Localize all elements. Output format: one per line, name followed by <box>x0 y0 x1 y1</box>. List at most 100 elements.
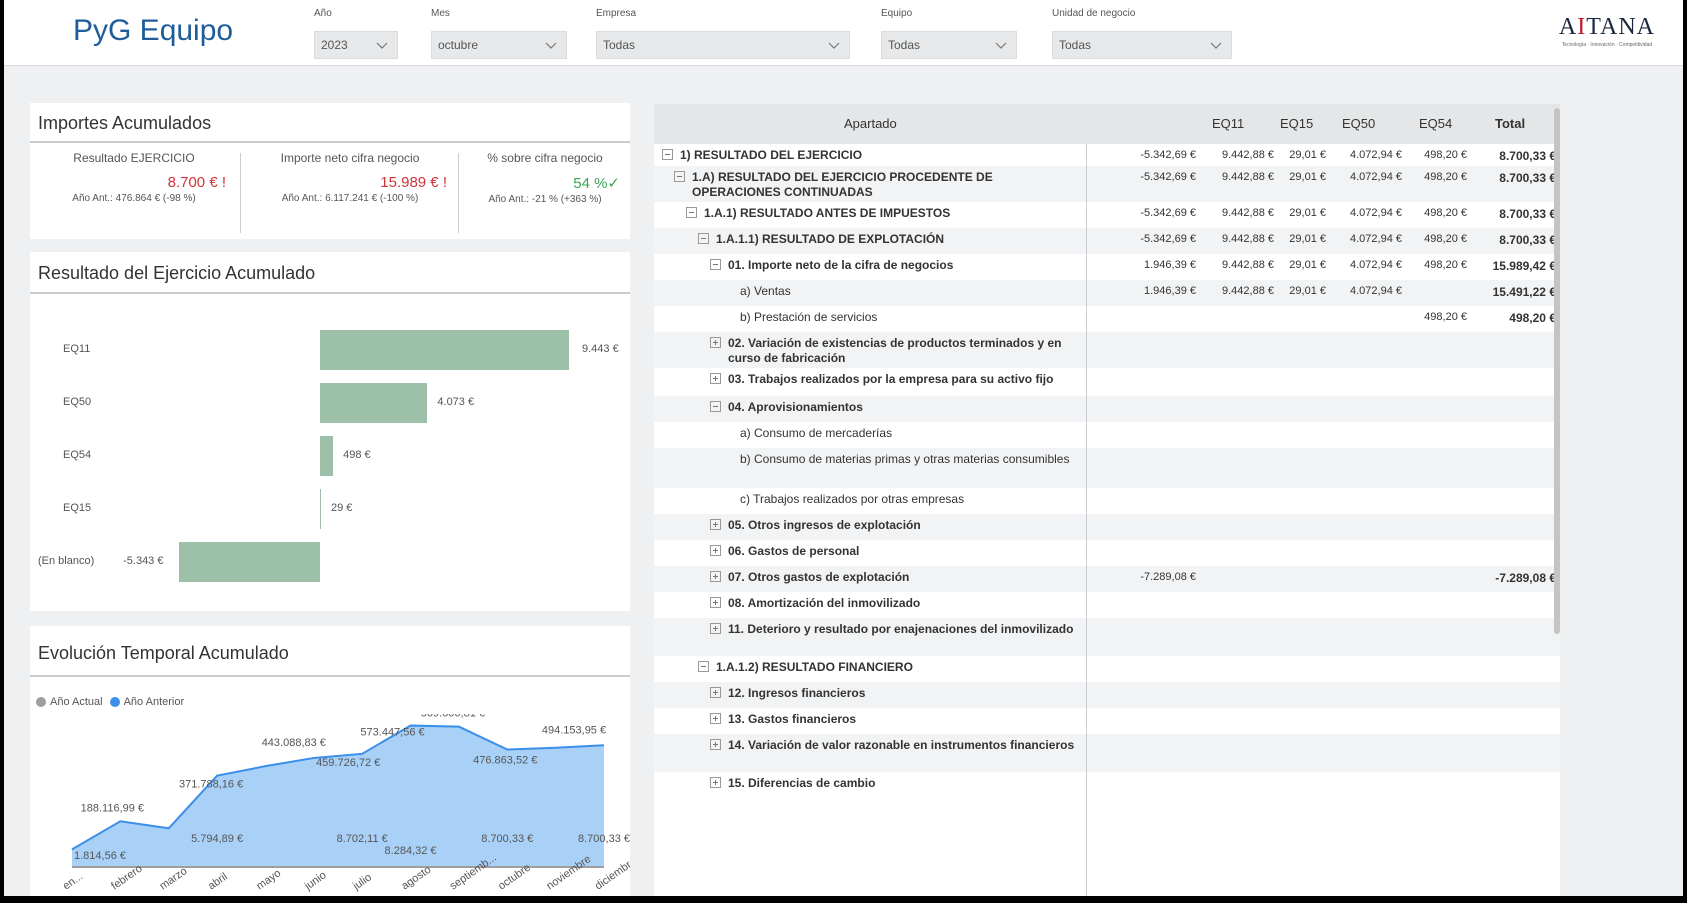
table-row[interactable]: b) Prestación de servicios 498,20 € 498,20… <box>654 306 1560 332</box>
collapse-icon[interactable] <box>686 207 697 218</box>
table-row[interactable]: b) Consumo de materias primas y otras ma… <box>654 448 1560 488</box>
cell-value: 8.700,33 € <box>1499 149 1556 163</box>
bar[interactable] <box>320 436 334 476</box>
collapse-icon[interactable] <box>710 401 721 412</box>
filter-business-unit[interactable]: Unidad de negocio Todas <box>1052 7 1232 59</box>
data-label-current-year: 5.794,89 € <box>191 833 243 845</box>
table-row[interactable]: 03. Trabajos realizados por la empresa p… <box>654 368 1560 396</box>
filter-month[interactable]: Mes octubre <box>431 7 567 59</box>
cell-value: 29,01 € <box>1289 207 1326 219</box>
kpi-label: Importe neto cifra negocio <box>280 151 420 165</box>
filter-team-label: Equipo <box>881 8 913 19</box>
row-label: 03. Trabajos realizados por la empresa p… <box>728 372 1054 386</box>
bar-category-label: EQ50 <box>63 396 92 408</box>
expand-icon[interactable] <box>710 597 721 608</box>
bar-data-label: 498 € <box>343 449 371 461</box>
kpi-value: 54 %✓ <box>573 175 620 192</box>
column-header-total[interactable]: Total <box>1495 116 1525 131</box>
filter-company-dropdown[interactable]: Todas <box>596 31 850 59</box>
collapse-icon[interactable] <box>674 171 685 182</box>
table-row[interactable]: 04. Aprovisionamientos <box>654 396 1560 422</box>
legend-swatch <box>36 697 46 707</box>
column-header-eq11[interactable]: EQ11 <box>1212 116 1244 131</box>
table-row[interactable]: 1) RESULTADO DEL EJERCICIO -5.342,69 €9.4… <box>654 144 1560 166</box>
pyg-matrix: Apartado EQ11 EQ15 EQ50 EQ54 Total 1) RE… <box>654 104 1560 896</box>
table-row[interactable]: 14. Variación de valor razonable en inst… <box>654 734 1560 772</box>
data-label-current-year: 8.700,33 € <box>481 833 533 845</box>
expand-icon[interactable] <box>710 519 721 530</box>
chevron-down-icon <box>995 42 1007 49</box>
data-label-previous-year: 569.006,81 € <box>421 714 485 720</box>
filter-month-dropdown[interactable]: octubre <box>431 31 567 59</box>
data-label-current-year: 8.700,33 € <box>578 833 630 845</box>
cell-value: -5.342,69 € <box>1140 207 1196 219</box>
table-row[interactable]: 1.A) RESULTADO DEL EJERCICIO PROCEDENTE … <box>654 166 1560 202</box>
table-row[interactable]: 01. Importe neto de la cifra de negocios… <box>654 254 1560 280</box>
kpi-percent-revenue: % sobre cifra negocio 54 %✓ Año Ant.: -2… <box>462 151 628 231</box>
table-row[interactable]: 13. Gastos financieros <box>654 708 1560 734</box>
table-row[interactable]: 1.A.1.1) RESULTADO DE EXPLOTACIÓN -5.342,… <box>654 228 1560 254</box>
expand-icon[interactable] <box>710 739 721 750</box>
table-row[interactable]: 15. Diferencias de cambio <box>654 772 1560 798</box>
column-header-apartado[interactable]: Apartado <box>844 116 897 131</box>
cell-value: 15.989,42 € <box>1492 259 1556 273</box>
bar[interactable] <box>179 542 320 582</box>
table-row[interactable]: 1.A.1.2) RESULTADO FINANCIERO <box>654 656 1560 682</box>
collapse-icon[interactable] <box>698 661 709 672</box>
bar[interactable] <box>320 383 428 423</box>
filter-business-unit-dropdown[interactable]: Todas <box>1052 31 1232 59</box>
expand-icon[interactable] <box>710 777 721 788</box>
table-row[interactable]: a) Consumo de mercaderías <box>654 422 1560 448</box>
column-header-eq50[interactable]: EQ50 <box>1342 116 1375 131</box>
data-label-current-year: 1.814,56 € <box>74 850 126 862</box>
expand-icon[interactable] <box>710 337 721 348</box>
row-label: 01. Importe neto de la cifra de negocios <box>728 258 954 272</box>
row-label: 07. Otros gastos de explotación <box>728 570 910 584</box>
expand-icon[interactable] <box>710 545 721 556</box>
logo-tagline: Tecnología · Innovación · Competitividad <box>1561 42 1653 48</box>
bar-category-label: EQ15 <box>63 502 92 514</box>
column-header-eq15[interactable]: EQ15 <box>1280 116 1313 131</box>
filter-year-dropdown[interactable]: 2023 <box>314 31 398 59</box>
expand-icon[interactable] <box>710 373 721 384</box>
bar[interactable] <box>320 489 321 529</box>
bar-category-label: (En blanco) <box>38 555 95 567</box>
collapse-icon[interactable] <box>698 233 709 244</box>
legend-swatch <box>109 697 120 707</box>
table-scrollbar[interactable] <box>1554 108 1560 634</box>
chevron-down-icon <box>376 42 388 49</box>
table-row[interactable]: a) Ventas 1.946,39 €9.442,88 €29,01 €4.07… <box>654 280 1560 306</box>
bar[interactable] <box>320 330 569 370</box>
filter-team-dropdown[interactable]: Todas <box>881 31 1017 59</box>
cell-value: 8.700,33 € <box>1499 171 1556 185</box>
table-row[interactable]: 11. Deterioro y resultado por enajenacio… <box>654 618 1560 656</box>
kpi-label: % sobre cifra negocio <box>487 151 603 165</box>
kpi-net-revenue: Importe neto cifra negocio 15.989 € ! Añ… <box>245 151 455 231</box>
filter-year[interactable]: Año 2023 <box>314 7 398 59</box>
filter-company[interactable]: Empresa Todas <box>596 7 850 59</box>
collapse-icon[interactable] <box>662 149 673 160</box>
bar-chart-panel: Resultado del Ejercicio Acumulado EQ11 9.… <box>30 252 630 611</box>
table-row[interactable]: 1.A.1) RESULTADO ANTES DE IMPUESTOS -5.34… <box>654 202 1560 228</box>
table-row[interactable]: 07. Otros gastos de explotación -7.289,08… <box>654 566 1560 592</box>
filter-team[interactable]: Equipo Todas <box>881 7 1017 59</box>
row-label: 14. Variación de valor razonable en inst… <box>728 738 1075 752</box>
table-row[interactable]: 12. Ingresos financieros <box>654 682 1560 708</box>
expand-icon[interactable] <box>710 571 721 582</box>
row-label: c) Trabajos realizados por otras empresa… <box>740 492 965 506</box>
column-header-eq54[interactable]: EQ54 <box>1419 116 1452 131</box>
table-row[interactable]: 06. Gastos de personal <box>654 540 1560 566</box>
table-row[interactable]: 08. Amortización del inmovilizado <box>654 592 1560 618</box>
data-label-previous-year: 476.863,52 € <box>473 755 537 767</box>
expand-icon[interactable] <box>710 687 721 698</box>
collapse-icon[interactable] <box>710 259 721 270</box>
table-row[interactable]: c) Trabajos realizados por otras empresa… <box>654 488 1560 514</box>
cell-value: 498,20 € <box>1424 207 1467 219</box>
table-row[interactable]: 02. Variación de existencias de producto… <box>654 332 1560 368</box>
expand-icon[interactable] <box>710 713 721 724</box>
kpi-result: Resultado EJERCICIO 8.700 € ! Año Ant.: … <box>34 151 234 231</box>
chevron-down-icon <box>828 42 840 49</box>
expand-icon[interactable] <box>710 623 721 634</box>
table-row[interactable]: 05. Otros ingresos de explotación <box>654 514 1560 540</box>
area-chart: 188.116,99 € 371.788,16 € 443.088,83 € 459.… <box>61 714 630 893</box>
